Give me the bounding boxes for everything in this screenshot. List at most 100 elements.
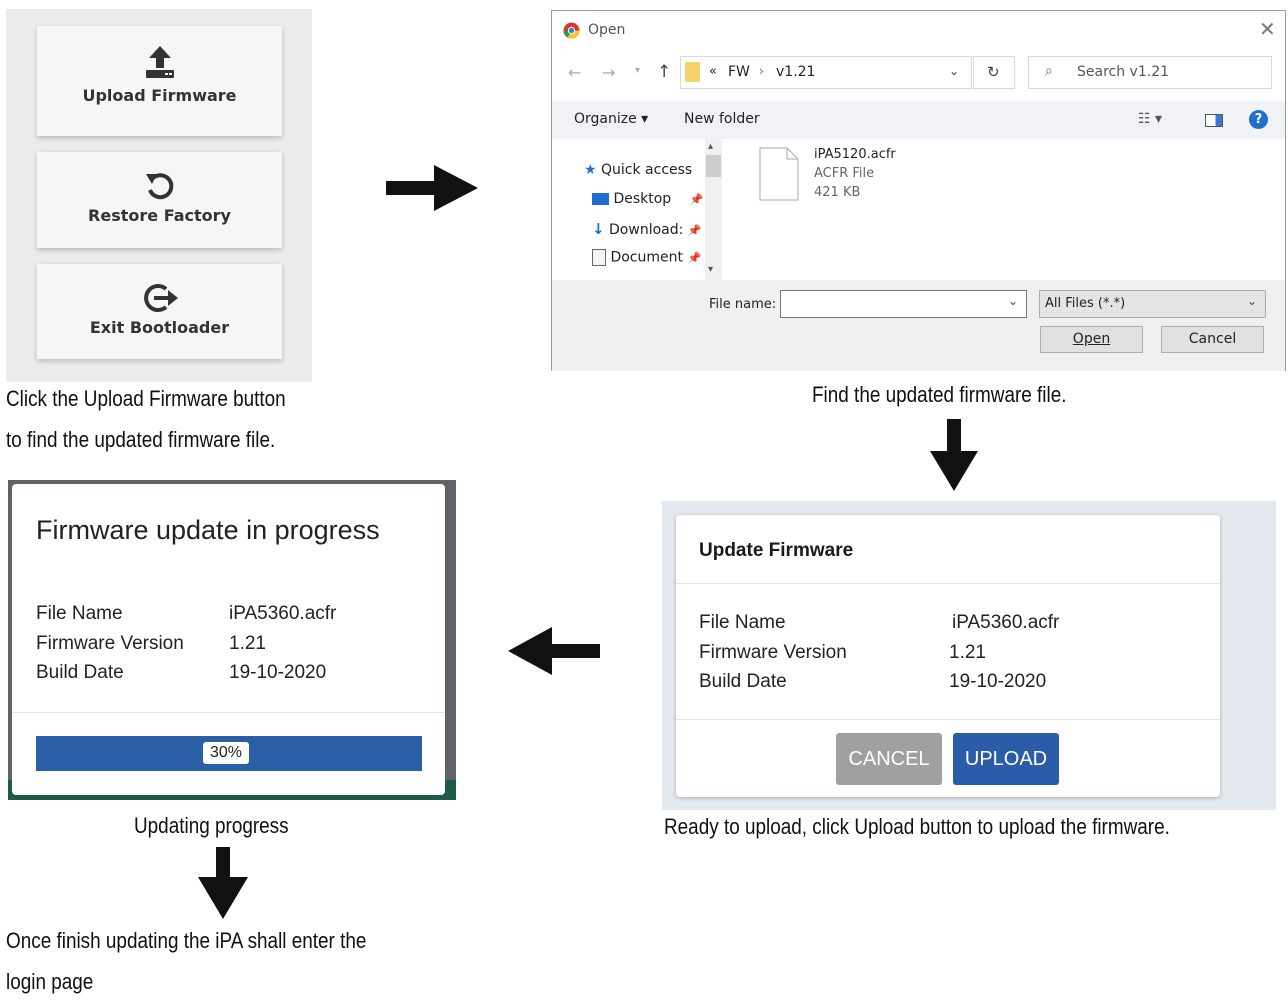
close-icon[interactable]: ✕	[1259, 17, 1276, 41]
dialog-titlebar: Open ✕	[552, 11, 1285, 49]
exit-bootloader-label: Exit Bootloader	[89, 318, 230, 337]
file-type-dropdown-icon[interactable]: ⌄	[1247, 294, 1257, 308]
caption-step5-line1: Once finish updating the iPA shall enter…	[6, 928, 367, 953]
scroll-down-icon[interactable]: ▾	[708, 264, 713, 275]
update-dialog-title: Update Firmware	[699, 540, 854, 561]
nav-scrollbar[interactable]: ▴ ▾	[705, 139, 722, 280]
search-placeholder: Search v1.21	[1077, 64, 1170, 80]
nav-item-quick-access[interactable]: ★ Quick access	[584, 162, 692, 178]
nav-item-label: Download:	[609, 222, 684, 238]
file-type-select[interactable]: All Files (*.*) ⌄	[1039, 290, 1266, 318]
progress-percent: 30%	[203, 742, 250, 764]
caption-step5-line2: login page	[6, 969, 94, 994]
file-name-dropdown-icon[interactable]: ⌄	[1008, 294, 1018, 308]
refresh-icon: ↻	[987, 63, 1000, 81]
file-name-label: File Name	[36, 603, 123, 624]
preview-pane-icon[interactable]	[1205, 114, 1223, 127]
open-button-label: Open	[1072, 331, 1111, 347]
arrow-left-icon	[508, 627, 600, 675]
nav-item-desktop[interactable]: Desktop 📌	[592, 191, 703, 207]
update-firmware-panel: Update Firmware File Name iPA5360.acfr F…	[662, 501, 1276, 810]
caption-step4: Updating progress	[134, 813, 289, 838]
address-bar[interactable]: « FW › v1.21 ⌄	[680, 56, 972, 89]
divider	[12, 712, 445, 713]
exit-icon	[143, 284, 178, 312]
bootloader-panel: Upload Firmware Restore Factory Exit Boo…	[6, 9, 312, 382]
nav-item-label: Document	[610, 249, 683, 266]
build-date-label: Build Date	[36, 662, 124, 683]
scrollbar-thumb[interactable]	[706, 155, 721, 177]
upload-firmware-button[interactable]: Upload Firmware	[37, 26, 282, 136]
folder-icon	[685, 62, 700, 82]
nav-item-documents[interactable]: Document 📌	[592, 249, 701, 266]
arrow-right-icon	[386, 165, 478, 211]
document-icon	[592, 249, 606, 266]
upload-firmware-label: Upload Firmware	[82, 86, 237, 105]
help-icon[interactable]: ?	[1249, 110, 1268, 129]
nav-item-downloads[interactable]: ↓ Download: 📌	[592, 220, 702, 238]
star-icon: ★	[584, 162, 597, 178]
desktop-icon	[592, 193, 609, 205]
navigation-pane: ★ Quick access Desktop 📌 ↓ Download: 📌 D…	[552, 139, 722, 280]
upload-icon	[145, 46, 174, 78]
address-dropdown-icon[interactable]: ⌄	[949, 64, 959, 78]
divider	[676, 719, 1220, 720]
upload-button[interactable]: UPLOAD	[953, 733, 1059, 785]
pin-icon: 📌	[687, 251, 702, 265]
caption-step2: Find the updated firmware file.	[812, 382, 1067, 407]
file-name: iPA5120.acfr	[814, 147, 896, 162]
progress-panel: Firmware update in progress File Name iP…	[8, 480, 456, 800]
restore-factory-button[interactable]: Restore Factory	[37, 152, 282, 248]
file-name-value: iPA5360.acfr	[952, 612, 1060, 633]
caption-step3: Ready to upload, click Upload button to …	[664, 814, 1170, 839]
progress-bar: 30%	[36, 736, 422, 771]
restore-icon	[145, 173, 173, 200]
command-toolbar: Organize ▾ New folder ☷ ▾ ?	[552, 101, 1285, 139]
new-folder-button[interactable]: New folder	[684, 111, 760, 127]
restore-factory-label: Restore Factory	[88, 206, 231, 225]
up-arrow-icon[interactable]: ↑	[657, 62, 671, 82]
firmware-version-value: 1.21	[229, 633, 266, 654]
nav-item-label: Quick access	[601, 162, 693, 178]
divider	[676, 583, 1220, 584]
progress-dialog-title: Firmware update in progress	[36, 515, 380, 545]
update-firmware-dialog: Update Firmware File Name iPA5360.acfr F…	[676, 515, 1220, 797]
dialog-title: Open	[588, 22, 626, 38]
chrome-icon	[563, 22, 580, 39]
view-options-icon[interactable]: ☷ ▾	[1138, 111, 1162, 127]
refresh-button[interactable]: ↻	[973, 56, 1015, 89]
caption-step1-line2: to find the updated firmware file.	[6, 427, 276, 452]
arrow-down-icon	[198, 847, 248, 919]
caption-step1-line1: Click the Upload Firmware button	[6, 386, 286, 411]
history-chevron-icon[interactable]: ▾	[635, 65, 640, 76]
pin-icon: 📌	[687, 224, 702, 237]
cancel-button[interactable]: Cancel	[1161, 326, 1264, 353]
scroll-up-icon[interactable]: ▴	[708, 141, 713, 152]
breadcrumb-subfolder[interactable]: v1.21	[776, 64, 815, 80]
exit-bootloader-button[interactable]: Exit Bootloader	[37, 264, 282, 359]
search-icon: ⌕	[1045, 63, 1053, 79]
arrow-down-icon	[930, 419, 978, 491]
firmware-version-value: 1.21	[949, 642, 986, 663]
file-type-value: All Files (*.*)	[1045, 296, 1126, 311]
organize-button[interactable]: Organize ▾	[574, 111, 648, 127]
cancel-upload-button[interactable]: CANCEL	[836, 733, 942, 785]
firmware-progress-dialog: Firmware update in progress File Name iP…	[12, 484, 445, 795]
file-icon	[759, 147, 799, 201]
open-file-dialog: Open ✕ ← → ▾ ↑ « FW › v1.21 ⌄ ↻ ⌕ Search…	[551, 10, 1286, 371]
firmware-version-label: Firmware Version	[36, 633, 184, 654]
file-name-label: File name:	[709, 297, 777, 312]
search-box[interactable]: ⌕ Search v1.21	[1028, 56, 1272, 89]
file-name-input[interactable]: ⌄	[780, 290, 1027, 318]
build-date-label: Build Date	[699, 671, 787, 692]
firmware-version-label: Firmware Version	[699, 642, 847, 663]
breadcrumb-folder[interactable]: FW	[728, 64, 750, 80]
dialog-bottom-bar: File name: ⌄ All Files (*.*) ⌄ Open Canc…	[552, 280, 1285, 371]
open-button[interactable]: Open	[1040, 326, 1143, 353]
file-type: ACFR File	[814, 166, 875, 181]
back-arrow-icon[interactable]: ←	[568, 63, 581, 82]
pin-icon: 📌	[689, 193, 704, 206]
file-name-label: File Name	[699, 612, 786, 633]
file-item[interactable]: iPA5120.acfr ACFR File 421 KB	[759, 147, 919, 209]
forward-arrow-icon[interactable]: →	[602, 63, 615, 82]
